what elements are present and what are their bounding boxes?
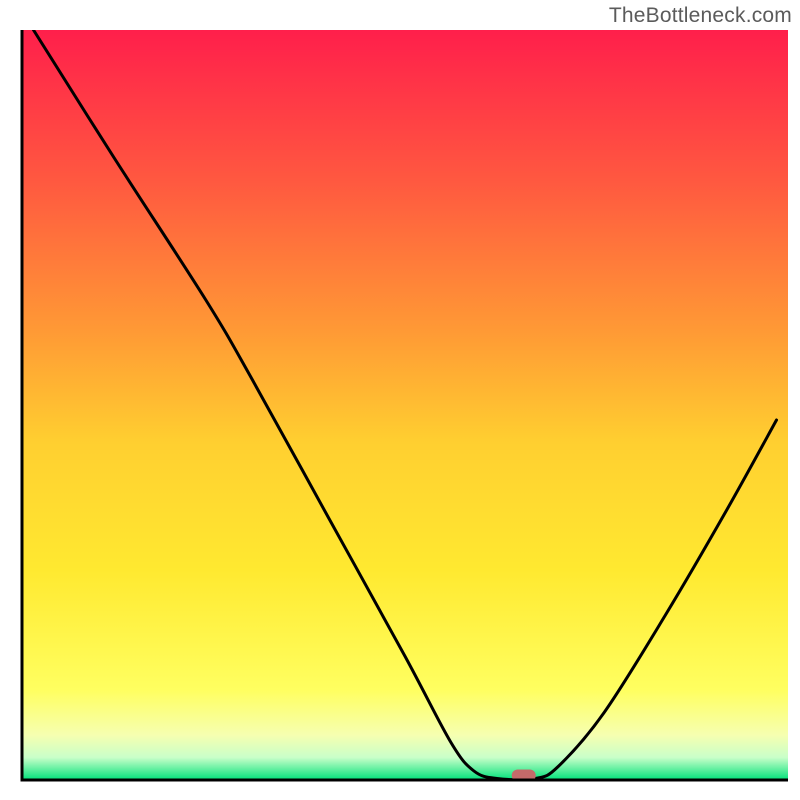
plot-area bbox=[22, 30, 788, 782]
gradient-background bbox=[22, 30, 788, 780]
bottleneck-chart bbox=[0, 0, 800, 800]
watermark-text: TheBottleneck.com bbox=[609, 4, 792, 28]
chart-container: TheBottleneck.com bbox=[0, 0, 800, 800]
